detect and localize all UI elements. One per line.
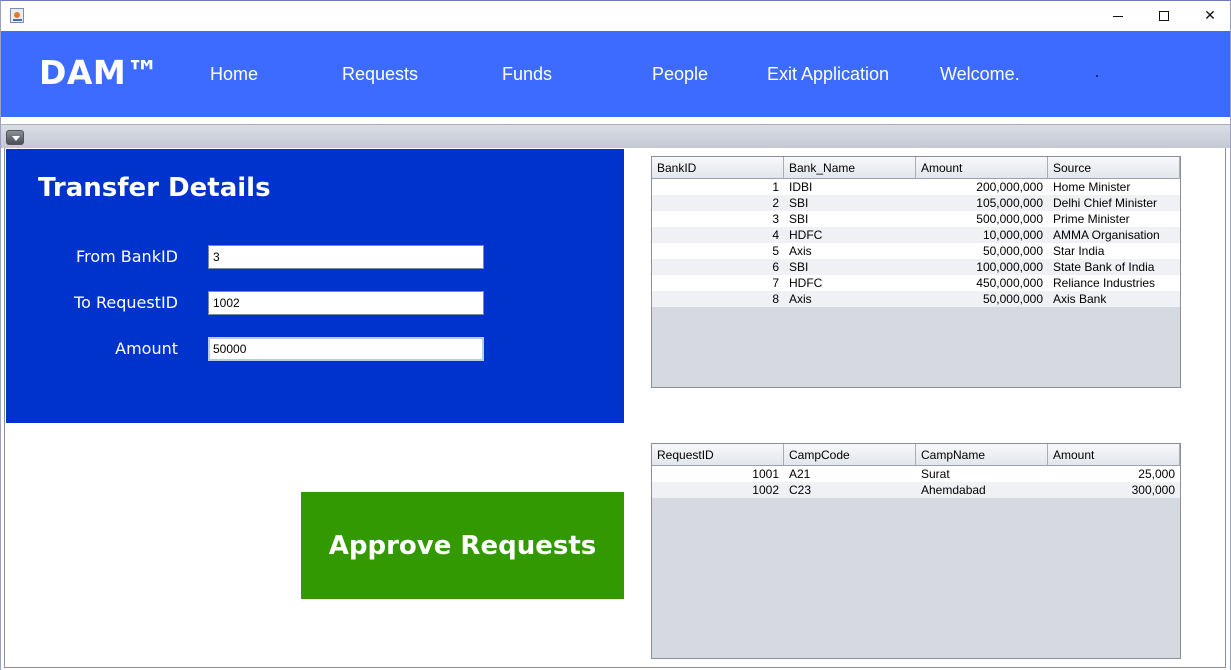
table-cell: Ahemdabad: [921, 483, 986, 497]
column-header[interactable]: RequestID: [652, 444, 784, 466]
welcome-label: Welcome.: [940, 64, 1020, 84]
table-cell: 1001: [752, 467, 779, 481]
table-cell: A21: [789, 467, 811, 481]
table-cell: Surat: [921, 467, 950, 481]
table-cell: 6: [772, 260, 779, 274]
minimize-button[interactable]: [1095, 1, 1141, 31]
table-row[interactable]: 8 Axis 50,000,000 Axis Bank: [652, 291, 1180, 307]
table-cell: 100,000,000: [976, 260, 1043, 274]
table-cell: State Bank of India: [1053, 260, 1155, 274]
table-cell: 200,000,000: [976, 180, 1043, 194]
table-cell: Axis Bank: [1053, 292, 1107, 306]
table-cell: IDBI: [789, 180, 813, 194]
nav-funds[interactable]: Funds: [502, 64, 552, 85]
table-cell: SBI: [789, 196, 809, 210]
close-button[interactable]: ✕: [1187, 1, 1231, 31]
maximize-button[interactable]: [1141, 1, 1187, 31]
banks-table-header: BankID Bank_Name Amount Source: [652, 157, 1180, 179]
approve-requests-button[interactable]: Approve Requests: [301, 492, 624, 599]
minimize-icon: [1113, 15, 1123, 17]
table-cell: 4: [772, 228, 779, 242]
nav-home[interactable]: Home: [210, 64, 258, 85]
table-cell: Axis: [789, 244, 812, 258]
nav-exit-application[interactable]: Exit Application: [767, 64, 889, 85]
table-cell: 1002: [752, 483, 779, 497]
table-cell: 500,000,000: [976, 212, 1043, 226]
table-cell: 10,000,000: [982, 228, 1043, 242]
from-bankid-label: From BankID: [76, 247, 178, 266]
table-cell: 50,000,000: [982, 292, 1043, 306]
nav-bar: DAM™ Home Requests Funds People Exit App…: [1, 31, 1230, 117]
table-row[interactable]: 1002 C23 Ahemdabad 300,000: [652, 482, 1180, 498]
table-cell: 8: [772, 292, 779, 306]
column-header[interactable]: Amount: [1048, 444, 1180, 466]
banks-table-body: 1 IDBI 200,000,000 Home Minister 2 SBI 105,000…: [652, 179, 1180, 307]
table-cell: 3: [772, 212, 779, 226]
table-cell: AMMA Organisation: [1053, 228, 1160, 242]
funds-content-panel: Transfer Details From BankID 3 To Reques…: [4, 148, 1226, 668]
table-cell: HDFC: [789, 228, 823, 242]
table-cell: 300,000: [1131, 483, 1175, 497]
table-cell: Star India: [1053, 244, 1105, 258]
table-cell: Reliance Industries: [1053, 276, 1156, 290]
table-cell: Axis: [789, 292, 812, 306]
table-cell: 105,000,000: [976, 196, 1043, 210]
table-cell: SBI: [789, 212, 809, 226]
transfer-details-panel: Transfer Details From BankID 3 To Reques…: [6, 149, 624, 423]
transfer-title: Transfer Details: [38, 173, 271, 203]
table-row[interactable]: 1001 A21 Surat 25,000: [652, 466, 1180, 482]
requests-table-body: 1001 A21 Surat 25,000 1002 C23 Ahemdabad 300,00…: [652, 466, 1180, 498]
table-cell: 1: [772, 180, 779, 194]
table-cell: 450,000,000: [976, 276, 1043, 290]
from-bankid-input[interactable]: 3: [208, 245, 484, 269]
java-app-icon: [10, 8, 24, 23]
maximize-icon: [1159, 11, 1169, 21]
title-bar: ✕: [1, 1, 1230, 31]
table-cell: HDFC: [789, 276, 823, 290]
table-row[interactable]: 2 SBI 105,000,000 Delhi Chief Minister: [652, 195, 1180, 211]
brand-logo: DAM™: [39, 53, 160, 92]
column-header[interactable]: Amount: [916, 157, 1048, 179]
nav-people[interactable]: People: [652, 64, 708, 85]
table-row[interactable]: 1 IDBI 200,000,000 Home Minister: [652, 179, 1180, 195]
internal-frame-titlebar: [1, 124, 1230, 148]
column-header[interactable]: Source: [1048, 157, 1180, 179]
table-cell: 2: [772, 196, 779, 210]
table-row[interactable]: 4 HDFC 10,000,000 AMMA Organisation: [652, 227, 1180, 243]
amount-input[interactable]: 50000: [208, 337, 484, 361]
table-cell: 25,000: [1138, 467, 1175, 481]
nav-requests[interactable]: Requests: [342, 64, 418, 85]
to-requestid-input[interactable]: 1002: [208, 291, 484, 315]
banks-table[interactable]: BankID Bank_Name Amount Source 1 IDBI 200,000…: [651, 156, 1181, 388]
table-cell: SBI: [789, 260, 809, 274]
collapse-icon[interactable]: [6, 130, 24, 145]
table-cell: 5: [772, 244, 779, 258]
column-header[interactable]: CampName: [916, 444, 1048, 466]
table-cell: 7: [772, 276, 779, 290]
table-cell: Delhi Chief Minister: [1053, 196, 1158, 210]
requests-table[interactable]: RequestID CampCode CampName Amount 1001 A21 S…: [651, 443, 1181, 659]
table-row[interactable]: 7 HDFC 450,000,000 Reliance Industries: [652, 275, 1180, 291]
to-requestid-label: To RequestID: [74, 293, 178, 312]
table-row[interactable]: 3 SBI 500,000,000 Prime Minister: [652, 211, 1180, 227]
table-cell: 50,000,000: [982, 244, 1043, 258]
nav-separator-dot: [1096, 75, 1098, 77]
requests-table-header: RequestID CampCode CampName Amount: [652, 444, 1180, 466]
table-row[interactable]: 5 Axis 50,000,000 Star India: [652, 243, 1180, 259]
amount-label: Amount: [115, 339, 178, 358]
column-header[interactable]: BankID: [652, 157, 784, 179]
column-header[interactable]: CampCode: [784, 444, 916, 466]
app-window: ✕ DAM™ Home Requests Funds People Exit A…: [0, 0, 1231, 670]
column-header[interactable]: Bank_Name: [784, 157, 916, 179]
table-cell: Home Minister: [1053, 180, 1131, 194]
table-cell: C23: [789, 483, 812, 497]
table-row[interactable]: 6 SBI 100,000,000 State Bank of India: [652, 259, 1180, 275]
close-icon: ✕: [1204, 8, 1216, 24]
table-cell: Prime Minister: [1053, 212, 1130, 226]
